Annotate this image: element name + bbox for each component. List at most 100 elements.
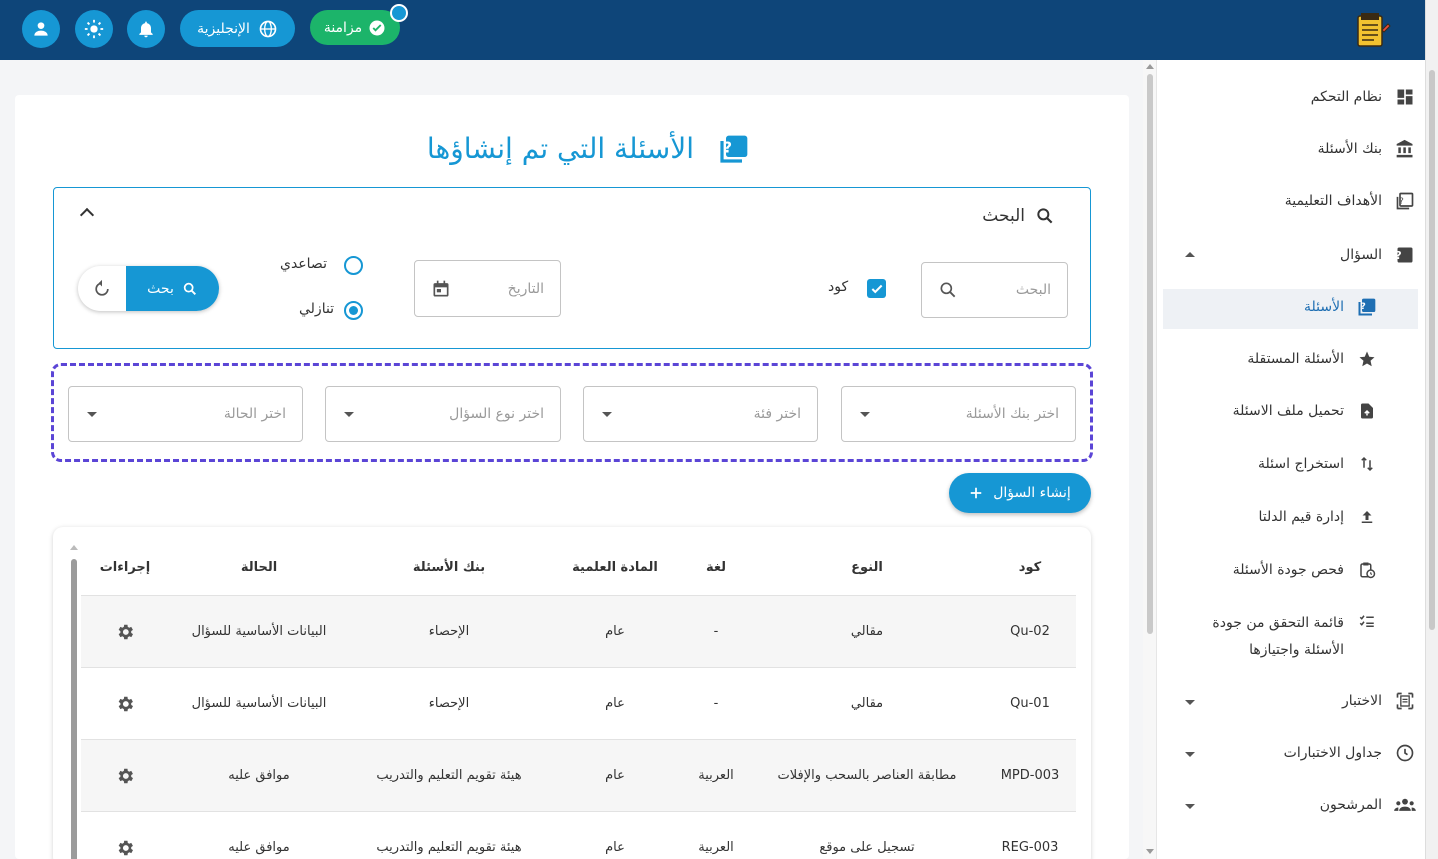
table-scrollbar[interactable] [70,545,78,859]
sidebar-item-label: بنك الأسئلة [1317,141,1382,157]
sort-ascending-label: تصاعدي [280,256,327,272]
sidebar-active-highlight [1163,289,1418,329]
sidebar-item-label: استخراج اسئلة [1258,456,1344,472]
sidebar-item-dashboard[interactable]: نظام التحكم [1311,86,1416,108]
sidebar-item-quality-checklist[interactable]: قائمة التحقق من جودة الأسئلة واجتيازها [1212,610,1378,664]
sidebar-item-label: السؤال [1340,247,1382,263]
language-switch-button[interactable]: الإنجليزية [180,10,295,47]
cell-language: العربية [698,840,734,855]
svg-text:?: ? [1399,196,1403,206]
code-checkbox-label: كود [828,279,849,295]
category-select-placeholder: اختر فئة [753,406,801,422]
svg-text:?: ? [723,139,732,156]
star-icon [1356,348,1378,370]
column-header-language[interactable]: لغة [706,560,726,575]
cell-language: - [713,696,719,711]
question-type-select[interactable]: اختر نوع السؤال [325,386,561,442]
sidebar-item-label: الأهداف التعليمية [1284,193,1382,209]
sidebar-item-exam[interactable]: الاختبار [1342,690,1416,712]
dropdown-arrow-icon [860,412,870,417]
sidebar-item-candidates[interactable]: المرشحون [1320,794,1416,816]
gear-icon[interactable] [115,694,135,714]
notifications-button[interactable] [127,10,165,48]
date-field[interactable]: التاريخ [414,260,561,317]
sidebar-item-extract-questions[interactable]: استخراج اسئلة [1258,453,1378,475]
sidebar-item-delta-values[interactable]: إدارة قيم الدلتا [1258,506,1378,528]
search-button-label: بحث [147,280,174,297]
gear-icon[interactable] [115,622,135,642]
page-scrollbar[interactable] [1425,0,1438,859]
sidebar-item-independent-questions[interactable]: الأسئلة المستقلة [1247,348,1378,370]
chevron-down-icon [1185,700,1195,705]
column-header-code[interactable]: كود [1019,560,1041,575]
code-checkbox[interactable] [867,279,886,298]
gear-icon[interactable] [115,838,135,858]
question-bank-select[interactable]: اختر بنك الأسئلة [841,386,1076,442]
create-question-label: إنشاء السؤال [993,485,1071,501]
category-select[interactable]: اختر فئة [583,386,818,442]
chevron-up-icon [1185,252,1195,257]
sort-ascending-radio[interactable] [344,256,363,275]
question-book-icon: ? [1356,296,1378,318]
create-question-button[interactable]: إنشاء السؤال [949,473,1091,513]
clipboard-clock-icon [1356,559,1378,581]
search-icon [183,282,196,295]
question-book-icon: ? [720,135,748,163]
people-icon [1394,794,1416,816]
gear-icon[interactable] [115,766,135,786]
sync-button[interactable]: مزامنة [310,10,400,45]
sidebar-item-label: الاختبار [1341,693,1382,709]
status-select-placeholder: اختر الحالة [223,406,286,422]
sidebar-item-learning-objectives[interactable]: ? الأهداف التعليمية [1285,190,1416,212]
cell-status: البيانات الأساسية للسؤال [191,696,327,711]
svg-text:?: ? [1360,301,1365,312]
question-type-select-placeholder: اختر نوع السؤال [449,406,544,422]
sidebar-item-label: نظام التحكم [1310,89,1382,105]
refresh-icon [95,279,109,296]
objectives-icon: ? [1394,190,1416,212]
reset-button[interactable] [78,266,126,311]
column-header-bank[interactable]: بنك الأسئلة [413,560,485,575]
sidebar-item-exam-schedules[interactable]: جداول الاختبارات [1284,742,1416,764]
search-icon [940,282,956,298]
sidebar-item-question-bank[interactable]: بنك الأسئلة [1318,138,1416,160]
sidebar-item-label: جداول الاختبارات [1283,745,1382,761]
question-bank-select-placeholder: اختر بنك الأسئلة [965,406,1059,422]
sidebar-item-question[interactable]: ? السؤال [1340,244,1416,266]
language-label: الإنجليزية [197,20,250,37]
sort-descending-radio[interactable] [344,301,363,320]
column-header-actions: إجراءات [99,560,151,575]
sidebar-item-questions[interactable]: ? الأسئلة [1304,296,1378,318]
cell-bank: هيئة تقويم التعليم والتدريب [376,768,522,783]
column-header-status[interactable]: الحالة [241,560,277,575]
exam-icon [1394,690,1416,712]
cell-code: Qu-01 [1010,696,1050,711]
theme-toggle-button[interactable] [75,10,113,48]
user-profile-button[interactable] [22,10,60,48]
top-app-bar: الإنجليزية مزامنة [0,0,1425,60]
calendar-icon [433,280,449,296]
sidebar-item-label: الأسئلة المستقلة [1247,351,1344,367]
sidebar-item-upload-questions-file[interactable]: تحميل ملف الاسئلة [1233,400,1378,422]
dropdown-arrow-icon [344,412,354,417]
collapse-chevron-icon[interactable] [79,207,95,223]
search-panel-header[interactable]: البحث [982,206,1055,226]
clock-icon [1394,742,1416,764]
cell-subject: عام [605,624,625,639]
search-input[interactable]: البحث [921,262,1068,318]
sidebar-item-quality-check[interactable]: فحص جودة الأسئلة [1233,559,1378,581]
dropdown-arrow-icon [602,412,612,417]
search-input-placeholder: البحث [1015,282,1051,298]
search-button[interactable]: بحث [126,266,219,311]
status-select[interactable]: اختر الحالة [68,386,303,442]
check-circle-icon [369,20,385,35]
user-icon [34,22,48,36]
sidebar-item-label: فحص جودة الأسئلة [1232,562,1344,578]
column-header-subject[interactable]: المادة العلمية [572,560,658,575]
column-header-type[interactable]: النوع [851,560,883,575]
search-actions: بحث [78,266,219,311]
cell-status: البيانات الأساسية للسؤال [191,624,327,639]
sidebar-item-label: المرشحون [1319,797,1382,813]
sidebar-scrollbar[interactable] [1143,60,1157,859]
question-icon: ? [1394,244,1416,266]
